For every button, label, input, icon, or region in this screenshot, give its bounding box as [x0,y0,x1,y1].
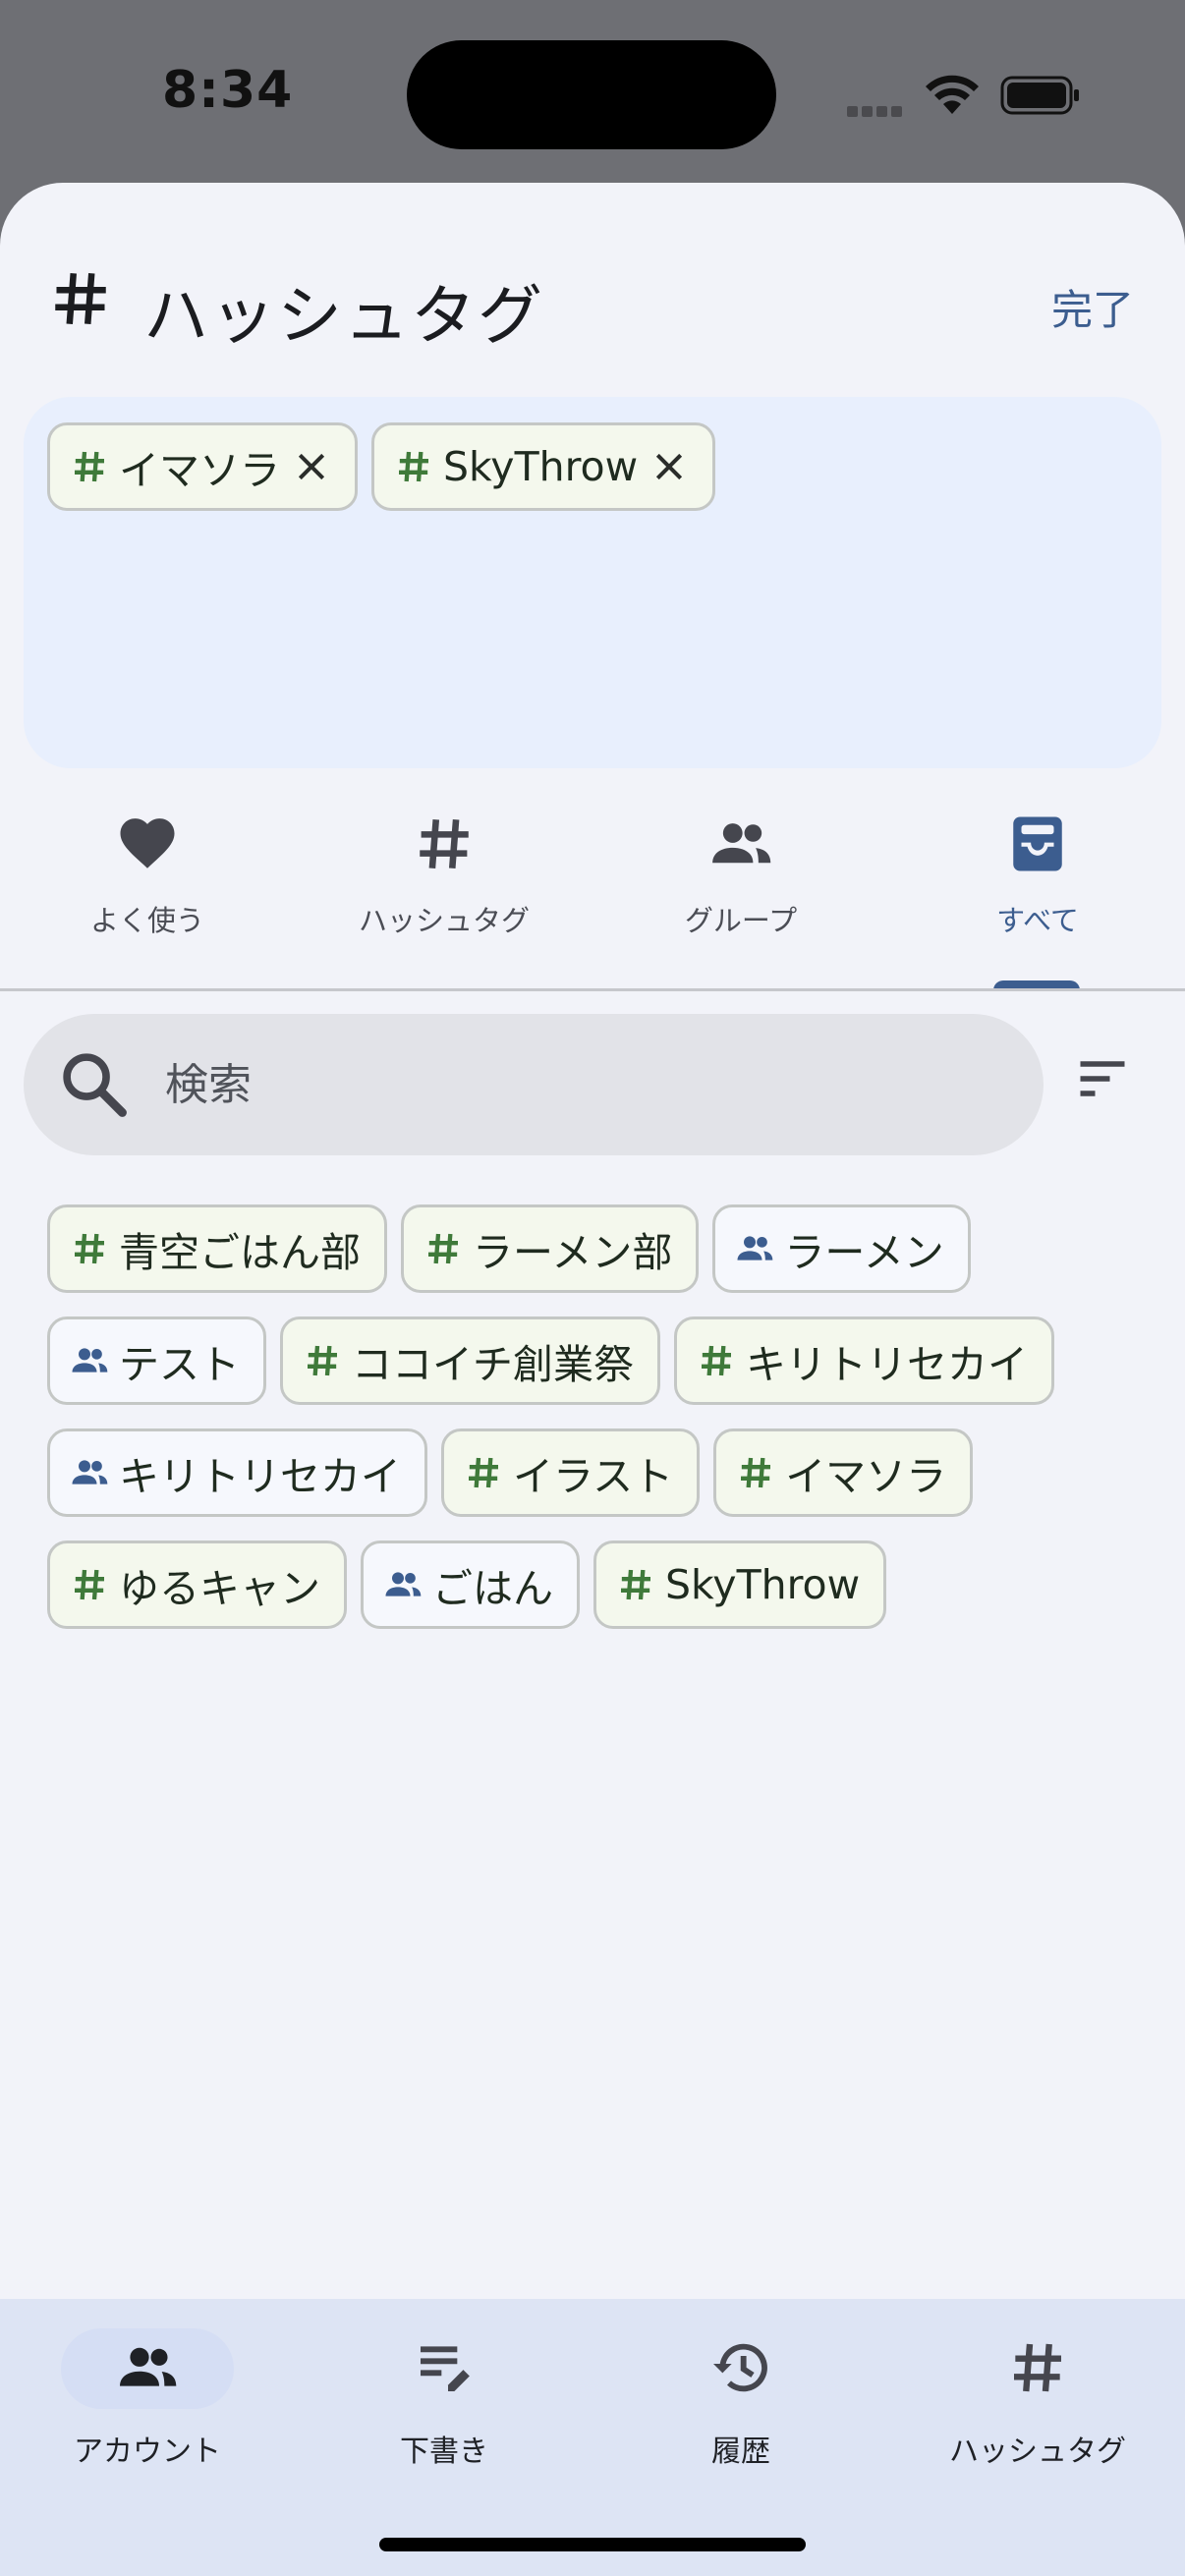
tag-label: キリトリセカイ [746,1341,1028,1388]
tag-label: キリトリセカイ [119,1453,401,1500]
inbox-icon [1013,816,1062,871]
nav-item-hashtags[interactable]: ハッシュタグ [890,2299,1185,2495]
divider [0,988,1185,991]
dynamic-island [407,40,776,149]
nav-label: 下書き [400,2435,488,2469]
tag-chip[interactable]: イラスト [441,1428,701,1517]
close-icon[interactable] [649,447,689,486]
hash-icon [741,1457,771,1488]
tag-chip[interactable]: SkyThrow [593,1540,887,1629]
category-tabs: よく使う ハッシュタグ グループ すべて [0,812,1185,988]
nav-item-history[interactable]: 履歴 [593,2299,888,2495]
tag-label: ゆるキャン [119,1565,320,1612]
tag-chip[interactable]: キリトリセカイ [674,1316,1054,1405]
tab-label: よく使う [89,904,204,937]
tag-label: ラーメン [784,1229,944,1276]
hash-icon [75,1569,104,1600]
tag-label: イラスト [513,1453,674,1500]
draft-edit-icon [421,2346,470,2391]
status-time: 8:34 [162,61,294,120]
hash-icon [1014,2343,1061,2392]
close-icon[interactable] [292,447,331,486]
tab-label: ハッシュタグ [358,904,530,937]
search-icon [63,1053,127,1117]
sort-icon[interactable] [1073,1049,1132,1108]
group-chip[interactable]: ラーメン [712,1204,971,1293]
hashtag-sheet: ハッシュタグ 完了 イマソラ SkyThrow よく使う ハッシュタグ グループ… [0,183,1185,2576]
tag-label: 青空ごはん部 [119,1229,361,1276]
group-chip[interactable]: テスト [47,1316,266,1405]
search-bar[interactable] [24,1014,1044,1155]
selected-tag-chip[interactable]: SkyThrow [371,422,716,511]
hash-icon [469,1457,498,1488]
tab-hashtags[interactable]: ハッシュタグ [297,812,592,988]
group-icon [72,1348,108,1372]
hash-icon [75,1233,104,1264]
home-indicator [379,2538,806,2551]
group-icon [385,1572,422,1596]
group-icon [737,1236,773,1260]
tab-label: グループ [684,904,798,937]
nav-label: ハッシュタグ [949,2435,1126,2469]
status-bar: 8:34 [0,0,1185,187]
hash-icon [702,1345,731,1376]
group-icon [120,2347,177,2386]
tab-favorites[interactable]: よく使う [0,812,295,988]
tag-label: ごはん [432,1565,553,1612]
hash-icon [428,1233,458,1264]
tag-label: テスト [119,1341,240,1388]
tag-label: イマソラ [785,1453,947,1500]
selected-tag-label: SkyThrow [443,443,639,490]
selected-tag-chip[interactable]: イマソラ [47,422,358,511]
tag-label: ラーメン部 [473,1229,673,1276]
hash-icon [55,273,106,324]
tab-all[interactable]: すべて [890,812,1185,988]
tag-chip[interactable]: ゆるキャン [47,1540,347,1629]
nav-label: アカウント [74,2435,221,2469]
nav-item-accounts[interactable]: アカウント [0,2299,295,2495]
tag-chip[interactable]: 青空ごはん部 [47,1204,387,1293]
tag-chip[interactable]: ラーメン部 [401,1204,700,1293]
search-input[interactable] [165,1049,990,1120]
sheet-header: ハッシュタグ 完了 [0,183,1185,379]
heart-icon [120,818,175,868]
hash-icon [399,451,428,482]
battery-icon [1000,76,1079,115]
group-chip[interactable]: キリトリセカイ [47,1428,427,1517]
history-icon [713,2343,767,2392]
tab-label: すべて [996,904,1079,937]
selected-tags-list: イマソラ SkyThrow [47,422,716,511]
nav-label: 履歴 [711,2435,770,2469]
hash-icon [621,1569,650,1600]
selected-tag-label: イマソラ [119,447,280,494]
hash-icon [75,451,104,482]
tag-chip[interactable]: イマソラ [713,1428,974,1517]
tab-groups[interactable]: グループ [593,812,888,988]
wifi-icon [926,75,979,114]
done-button[interactable]: 完了 [1051,277,1134,337]
tag-list: 青空ごはん部 ラーメン部 ラーメン テスト ココイチ創業祭 キリトリセカイ キリ… [47,1204,1148,1629]
hash-icon [420,818,469,869]
tag-chip[interactable]: ココイチ創業祭 [280,1316,660,1405]
group-chip[interactable]: ごはん [361,1540,580,1629]
cellular-signal-icon [847,102,908,117]
tag-label: ココイチ創業祭 [352,1341,634,1388]
group-icon [72,1460,108,1484]
group-icon [712,823,771,864]
bottom-navigation: アカウント 下書き 履歴 ハッシュタグ [0,2299,1185,2576]
hash-icon [308,1345,337,1376]
nav-item-drafts[interactable]: 下書き [297,2299,592,2495]
page-title: ハッシュタグ [143,278,544,354]
tag-label: SkyThrow [665,1561,861,1608]
